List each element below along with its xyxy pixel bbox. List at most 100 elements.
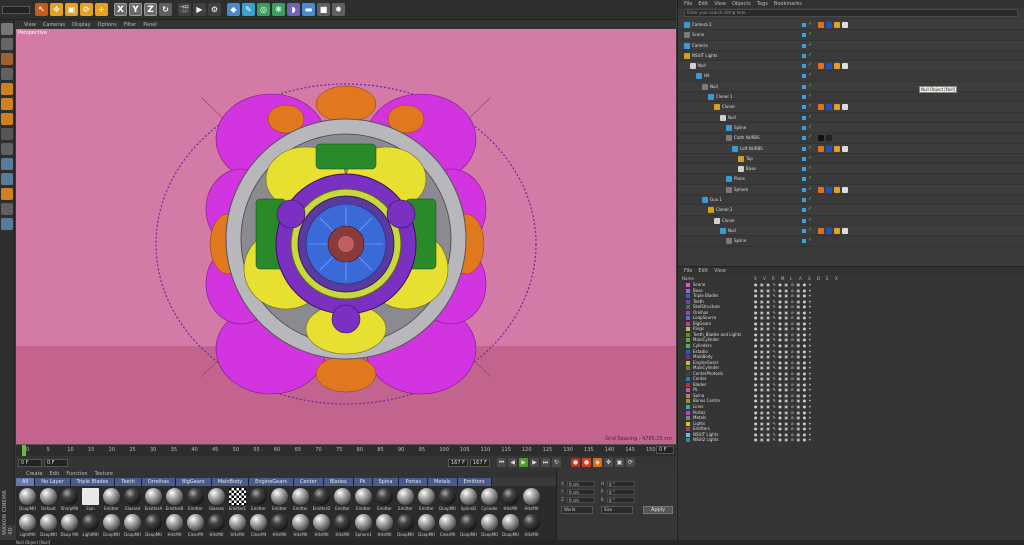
layer-name[interactable]: SkelStructure — [693, 304, 720, 309]
material-tab[interactable]: No Layer — [35, 478, 71, 486]
layer-name[interactable]: Lights — [693, 421, 705, 426]
material-tag-icon[interactable] — [834, 22, 840, 28]
material-swatch[interactable]: Default — [39, 487, 59, 513]
material-tag-icon[interactable] — [834, 63, 840, 70]
om-menu-objects[interactable]: Objects — [732, 1, 751, 7]
material-swatch[interactable]: DoopMtl — [102, 513, 122, 539]
layer-color-icon[interactable] — [802, 156, 806, 161]
subdivision-icon[interactable]: ◎ — [257, 3, 270, 16]
layer-name[interactable]: Emitters — [693, 426, 710, 431]
layer-color-icon[interactable] — [802, 146, 806, 151]
layer-name[interactable]: Portas — [693, 410, 705, 415]
material-swatch[interactable]: HitsMtl — [312, 513, 332, 539]
scale-key-icon[interactable]: ▣ — [615, 458, 624, 467]
axis-mode-icon[interactable] — [1, 128, 13, 140]
layer-toggle-icons[interactable]: ●▣▣✎●▣⊘▣●⌖ — [754, 421, 814, 426]
material-tag-icon[interactable] — [842, 186, 848, 193]
layer-toggle-icons[interactable]: ●▣▣✎●▣⊘▣●⌖ — [754, 299, 814, 304]
layer-color-icon[interactable] — [802, 198, 806, 203]
material-tab[interactable]: Teeth — [115, 478, 142, 486]
layer-name[interactable]: Lines — [693, 404, 703, 409]
object-name[interactable]: Hit — [704, 73, 710, 78]
polygons-mode-icon[interactable] — [1, 113, 13, 125]
material-tag-icon[interactable] — [826, 104, 832, 111]
enabled-check-icon[interactable]: ✓ — [808, 72, 812, 78]
material-tag-icon[interactable] — [834, 104, 840, 111]
material-tag-icon[interactable] — [842, 22, 848, 28]
layer-toggle-icons[interactable]: ●▣▣✎●▣⊘▣●⌖ — [754, 410, 814, 415]
move-icon[interactable]: ✥ — [50, 3, 63, 16]
layer-color-swatch[interactable] — [686, 410, 690, 415]
layer-color-swatch[interactable] — [686, 355, 690, 360]
enabled-check-icon[interactable]: ✓ — [808, 196, 812, 202]
layer-color-swatch[interactable] — [686, 432, 690, 437]
material-swatch[interactable]: HitsMtl — [207, 513, 227, 539]
layer-color-swatch[interactable] — [686, 294, 690, 299]
layer-toggle-icons[interactable]: ●▣▣✎●▣⊘▣●⌖ — [754, 371, 814, 376]
material-tag-icon[interactable] — [818, 104, 824, 111]
previous-key-icon[interactable]: ◀ — [508, 458, 517, 467]
object-row[interactable]: Spline ✓ — [678, 236, 1024, 247]
menu-function[interactable]: Function — [66, 471, 87, 477]
object-row[interactable]: Gun.1 ✓ — [678, 195, 1024, 206]
coordinate-system-icon[interactable]: ↻ — [159, 3, 172, 16]
layer-toggle-icons[interactable]: ●▣▣✎●▣⊘▣●⌖ — [754, 310, 814, 315]
material-swatch[interactable]: Doop Mtl — [60, 513, 80, 539]
layer-color-swatch[interactable] — [686, 371, 690, 376]
material-tab[interactable]: Emitters — [457, 478, 492, 486]
material-tag-icon[interactable] — [834, 227, 840, 234]
enabled-check-icon[interactable]: ✓ — [808, 52, 812, 58]
cube-icon[interactable]: ◆ — [227, 3, 240, 16]
layer-name[interactable]: NSUI2 Lights — [693, 437, 719, 442]
layer-name[interactable]: MainCylinder — [693, 365, 719, 370]
menu-display[interactable]: Display — [72, 22, 90, 28]
layer-name[interactable]: Cylinders — [693, 343, 712, 348]
material-swatch[interactable]: HitsMtl — [228, 513, 248, 539]
z-axis-button[interactable]: Z — [144, 3, 157, 16]
material-swatch[interactable]: HitsMtl — [270, 513, 290, 539]
object-row[interactable]: Cloner.1 ✓ — [678, 205, 1024, 216]
layer-name[interactable]: MainCylinder — [693, 337, 719, 342]
layer-toggle-icons[interactable]: ●▣▣✎●▣⊘▣●⌖ — [754, 337, 814, 342]
object-row[interactable]: Null ✓ — [678, 113, 1024, 123]
om-menu-file[interactable]: File — [684, 1, 692, 7]
material-swatch[interactable]: EmitterB — [165, 487, 185, 513]
enabled-check-icon[interactable]: ✓ — [808, 145, 812, 151]
material-swatch[interactable]: ClearMt — [186, 513, 206, 539]
menu-view[interactable]: View — [24, 22, 36, 28]
enabled-check-icon[interactable]: ✓ — [808, 217, 812, 223]
layer-color-icon[interactable] — [802, 218, 806, 223]
tweak-mode-icon[interactable] — [1, 143, 13, 155]
material-swatch[interactable]: DoopMtl — [501, 513, 521, 539]
material-tag-icon[interactable] — [834, 186, 840, 193]
layer-toggle-icons[interactable]: ●▣▣✎●▣⊘▣●⌖ — [754, 349, 814, 354]
material-tab[interactable]: BigGears — [175, 478, 212, 486]
material-swatch[interactable]: Emitter — [270, 487, 290, 513]
layer-toggle-icons[interactable]: ●▣▣✎●▣⊘▣●⌖ — [754, 354, 814, 359]
object-name[interactable]: Top — [746, 156, 753, 161]
material-swatch[interactable]: Emitter — [375, 487, 395, 513]
live-select-icon[interactable]: ↖ — [35, 3, 48, 16]
material-tab[interactable]: MainBody — [211, 478, 250, 486]
coord-b-field[interactable]: 0 ° — [607, 497, 635, 503]
layer-color-swatch[interactable] — [686, 416, 690, 421]
layer-toggle-icons[interactable]: ●▣▣✎●▣⊘▣●⌖ — [754, 304, 814, 309]
object-row[interactable]: Sphere ✓ — [678, 184, 1024, 196]
object-name[interactable]: Plane — [734, 176, 745, 181]
layer-name[interactable]: EngineGears — [693, 360, 718, 365]
object-name[interactable]: Gun.1 — [710, 197, 722, 202]
object-row[interactable]: Plane ✓ — [678, 174, 1024, 185]
material-tab[interactable]: EngineGears — [249, 478, 294, 486]
material-swatch[interactable]: DoopMtl — [144, 513, 164, 539]
lm-menu-file[interactable]: File — [684, 268, 692, 274]
om-menu-edit[interactable]: Edit — [698, 1, 708, 7]
object-name[interactable]: Sphere — [734, 187, 748, 192]
loop-icon[interactable]: ↻ — [552, 458, 561, 467]
layer-color-swatch[interactable] — [686, 321, 690, 326]
material-swatch[interactable]: HitsMtl — [522, 513, 542, 539]
layer-name[interactable]: Pk — [693, 387, 698, 392]
layer-color-icon[interactable] — [802, 239, 806, 244]
coord-p-field[interactable]: 0 ° — [607, 489, 635, 495]
menu-panel[interactable]: Panel — [143, 22, 157, 28]
points-mode-icon[interactable] — [1, 83, 13, 95]
